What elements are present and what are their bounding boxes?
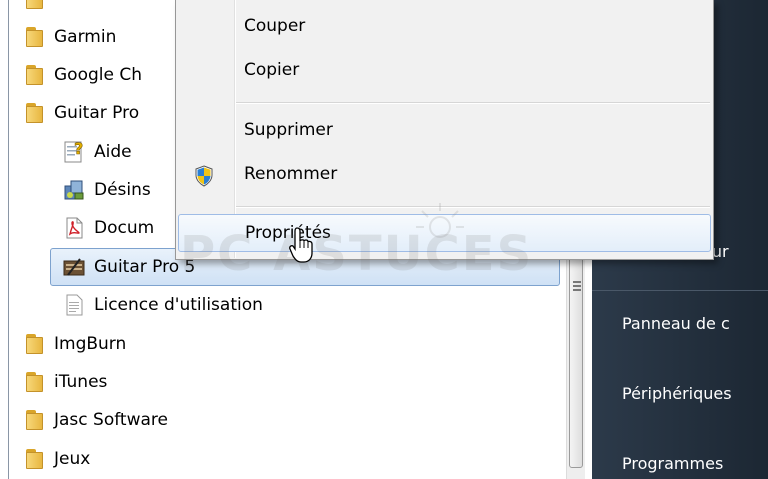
hand-cursor-icon xyxy=(289,227,313,263)
folder-icon xyxy=(24,409,46,431)
tree-item-folder-top[interactable] xyxy=(24,0,46,18)
tree-item-jasc-software[interactable]: Jasc Software xyxy=(24,401,168,439)
text-document-icon xyxy=(66,294,83,316)
tree-item-label: Guitar Pro xyxy=(54,103,140,123)
folder-icon xyxy=(24,371,46,393)
scrollbar-grip-icon xyxy=(573,281,581,291)
tree-item-label: Aide xyxy=(94,142,132,162)
menu-item-label: Supprimer xyxy=(244,120,333,140)
uac-shield-icon xyxy=(195,165,213,187)
tree-item-label: Jasc Software xyxy=(54,410,168,430)
pdf-icon xyxy=(66,217,83,239)
folder-icon xyxy=(24,26,46,48)
menu-separator xyxy=(236,206,710,208)
control-panel-link[interactable]: Panneau de c xyxy=(622,314,730,333)
folder-icon xyxy=(24,333,46,355)
folder-icon xyxy=(24,102,46,124)
folder-icon xyxy=(24,448,46,470)
devices-link[interactable]: Périphériques xyxy=(622,384,732,403)
menu-item-label: Couper xyxy=(244,16,306,36)
menu-item-delete[interactable]: Supprimer xyxy=(178,112,711,150)
menu-item-label: Copier xyxy=(244,60,300,80)
help-file-icon: ? xyxy=(64,140,84,163)
programs-link[interactable]: Programmes xyxy=(622,454,723,473)
tree-item-label: Jeux xyxy=(54,449,91,469)
tree-item-guitar-pro-folder[interactable]: Guitar Pro xyxy=(24,94,139,132)
menu-item-rename[interactable]: Renommer xyxy=(178,156,711,194)
tree-item-jeux[interactable]: Jeux xyxy=(24,440,90,478)
tree-item-label: iTunes xyxy=(54,372,108,392)
menu-separator xyxy=(236,102,710,104)
tree-item-google-chrome[interactable]: Google Ch xyxy=(24,56,142,94)
folder-icon xyxy=(24,64,46,86)
menu-item-copy[interactable]: Copier xyxy=(178,52,711,90)
tree-item-label: Docum xyxy=(94,218,155,238)
uninstall-icon xyxy=(64,180,84,200)
tree-item-documentation[interactable]: Docum xyxy=(62,209,154,247)
menu-item-cut[interactable]: Couper xyxy=(178,8,711,46)
tree-item-label: Désins xyxy=(94,180,151,200)
tree-item-garmin[interactable]: Garmin xyxy=(24,18,116,56)
tree-item-aide[interactable]: ? Aide xyxy=(62,133,132,171)
tree-item-label: Garmin xyxy=(54,27,117,47)
tree-item-imgburn[interactable]: ImgBurn xyxy=(24,325,126,363)
tree-item-itunes[interactable]: iTunes xyxy=(24,363,107,401)
tree-item-label: Licence d'utilisation xyxy=(94,295,263,315)
tree-item-label: ImgBurn xyxy=(54,334,127,354)
right-panel-separator xyxy=(592,290,768,291)
tree-item-desinstaller[interactable]: Désins xyxy=(62,171,151,209)
menu-item-label: Renommer xyxy=(244,164,338,184)
folder-icon xyxy=(24,0,46,10)
tree-item-label: Google Ch xyxy=(54,65,142,85)
tree-item-label: Guitar Pro 5 xyxy=(94,257,196,277)
guitar-pro-icon xyxy=(63,258,85,276)
tree-item-licence[interactable]: Licence d'utilisation xyxy=(62,286,263,324)
watermark-sun-icon xyxy=(416,203,464,238)
svg-text:?: ? xyxy=(74,140,83,158)
